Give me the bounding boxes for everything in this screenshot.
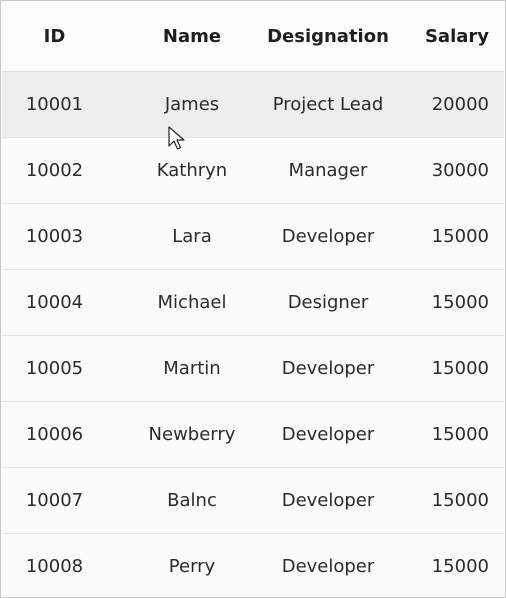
cell-id: 10008	[2, 534, 107, 596]
data-grid: ID Name Designation Salary 10001 James P…	[2, 2, 504, 596]
cell-name-text: Michael	[157, 292, 227, 313]
cell-designation: Developer	[277, 534, 379, 596]
cell-id-text: 10005	[25, 358, 84, 379]
cell-salary: 15000	[379, 336, 504, 401]
cell-salary-text: 15000	[431, 424, 489, 445]
cell-designation-text: Developer	[281, 490, 375, 511]
cell-name: Balnc	[107, 468, 277, 533]
cell-designation: Designer	[277, 270, 379, 335]
cell-designation-text: Developer	[281, 424, 375, 445]
cell-id-text: 10008	[25, 556, 84, 577]
cell-salary: 30000	[379, 138, 504, 203]
cell-salary-text: 15000	[431, 490, 489, 511]
cell-salary-text: 15000	[431, 556, 489, 577]
cell-name: Newberry	[107, 402, 277, 467]
cell-name-text: Lara	[172, 226, 212, 247]
column-header-id[interactable]: ID	[2, 2, 107, 71]
column-header-name[interactable]: Name	[107, 2, 277, 71]
cell-name: Michael	[107, 270, 277, 335]
cell-id-text: 10007	[25, 490, 84, 511]
cell-designation: Manager	[277, 138, 379, 203]
table-row[interactable]: 10003 Lara Developer 15000	[2, 204, 504, 270]
cell-name-text: Martin	[163, 358, 221, 379]
cell-id: 10003	[2, 204, 107, 269]
cell-designation: Project Lead	[273, 72, 384, 137]
cell-designation-text: Developer	[281, 226, 375, 247]
cell-id: 10005	[2, 336, 107, 401]
table-row[interactable]: 10002 Kathryn Manager 30000	[2, 138, 504, 204]
cell-salary: 15000	[379, 402, 504, 467]
cell-designation-text: Developer	[281, 556, 375, 577]
cell-designation: Developer	[277, 402, 379, 467]
cell-id-text: 10006	[25, 424, 84, 445]
column-header-name-label: Name	[162, 26, 222, 47]
column-header-salary[interactable]: Salary	[379, 2, 504, 71]
cell-salary-text: 15000	[431, 358, 489, 379]
cell-name: Lara	[107, 204, 277, 269]
cell-name-text: Kathryn	[156, 160, 228, 181]
table-row[interactable]: 10005 Martin Developer 15000	[2, 336, 504, 402]
cell-name-text: Perry	[168, 556, 216, 577]
column-header-designation-label: Designation	[267, 26, 389, 47]
cell-salary: 15000	[379, 204, 504, 269]
cell-designation: Developer	[277, 336, 379, 401]
cell-id-text: 10002	[25, 160, 84, 181]
cell-id-text: 10001	[25, 94, 84, 115]
cell-designation: Developer	[277, 204, 379, 269]
cell-salary-text: 15000	[431, 292, 489, 313]
cell-id: 10006	[2, 402, 107, 467]
cell-salary: 15000	[379, 468, 504, 533]
data-grid-frame: ID Name Designation Salary 10001 James P…	[0, 0, 506, 598]
cell-id: 10002	[2, 138, 107, 203]
cell-salary: 15000	[379, 270, 504, 335]
cell-designation-text: Manager	[288, 160, 368, 181]
cell-name-text: Newberry	[148, 424, 236, 445]
column-header-id-label: ID	[43, 26, 66, 47]
cell-name: Martin	[107, 336, 277, 401]
cell-designation-text: Designer	[287, 292, 369, 313]
cell-designation-text: Developer	[281, 358, 375, 379]
cell-id: 10004	[2, 270, 107, 335]
cell-id-text: 10003	[25, 226, 84, 247]
cell-id: 10007	[2, 468, 107, 533]
cell-name: James	[107, 72, 277, 137]
cell-name: Kathryn	[107, 138, 277, 203]
table-row[interactable]: 10006 Newberry Developer 15000	[2, 402, 504, 468]
column-header-salary-label: Salary	[424, 26, 489, 47]
cell-salary: 15000	[379, 534, 504, 596]
cell-salary-text: 30000	[431, 160, 489, 181]
cell-salary-text: 15000	[431, 226, 489, 247]
cell-name-text: James	[164, 94, 220, 115]
cell-name: Perry	[107, 534, 277, 596]
cell-id-text: 10004	[25, 292, 84, 313]
cell-designation: Developer	[277, 468, 379, 533]
column-header-designation[interactable]: Designation	[267, 2, 389, 71]
cell-designation-text: Project Lead	[272, 94, 384, 115]
grid-header-row: ID Name Designation Salary	[2, 2, 504, 72]
table-row[interactable]: 10007 Balnc Developer 15000	[2, 468, 504, 534]
table-row[interactable]: 10004 Michael Designer 15000	[2, 270, 504, 336]
cell-salary: 20000	[379, 72, 504, 137]
table-row[interactable]: 10008 Perry Developer 15000	[2, 534, 504, 596]
cell-id: 10001	[2, 72, 107, 137]
table-row[interactable]: 10001 James Project Lead 20000	[2, 72, 504, 138]
cell-salary-text: 20000	[431, 94, 489, 115]
cell-name-text: Balnc	[167, 490, 217, 511]
